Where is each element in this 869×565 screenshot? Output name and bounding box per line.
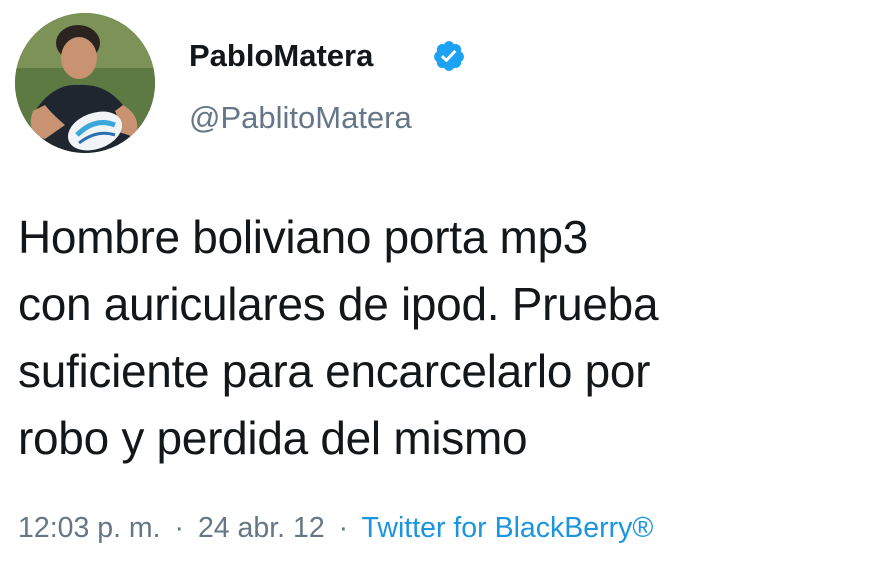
tweet-meta: 12:03 p. m. · 24 abr. 12 · Twitter for B… xyxy=(18,510,653,546)
tweet-source-link[interactable]: Twitter for BlackBerry® xyxy=(362,512,654,544)
tweet-date[interactable]: 24 abr. 12 xyxy=(198,512,325,544)
meta-separator: · xyxy=(174,512,185,544)
tweet-time[interactable]: 12:03 p. m. xyxy=(18,512,161,544)
username-handle[interactable]: @PablitoMatera xyxy=(189,100,412,136)
tweet-card: PabloMatera @PablitoMatera Hombre bolivi… xyxy=(0,0,869,565)
verified-badge-icon xyxy=(434,41,464,71)
tweet-text: Hombre boliviano porta mp3 con auricular… xyxy=(18,211,659,464)
display-name[interactable]: PabloMatera xyxy=(189,38,373,74)
avatar[interactable] xyxy=(15,13,155,153)
meta-separator: · xyxy=(338,512,349,544)
avatar-photo xyxy=(15,13,155,153)
